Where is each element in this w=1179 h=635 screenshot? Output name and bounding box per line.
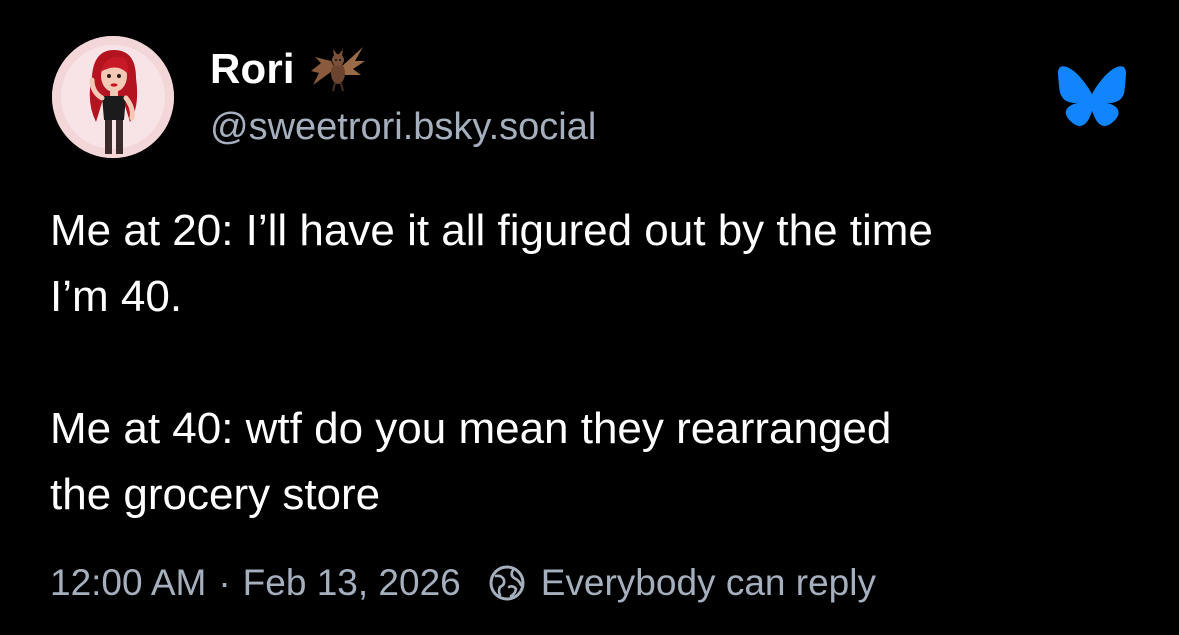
avatar-illustration	[52, 36, 174, 158]
bat-icon	[309, 43, 367, 95]
author-block: Rori @sweetrori.bsky.social	[210, 40, 596, 149]
name-row: Rori	[210, 40, 596, 98]
post-text-line: I’m 40.	[50, 272, 183, 321]
post-meta: 12:00 AM · Feb 13, 2026 Everybody can re…	[50, 562, 876, 604]
post-text-line: the grocery store	[50, 470, 381, 519]
meta-separator: ·	[218, 562, 231, 603]
post-text: Me at 20: I’ll have it all figured out b…	[50, 198, 1150, 528]
author-handle[interactable]: @sweetrori.bsky.social	[210, 106, 596, 149]
display-name[interactable]: Rori	[210, 45, 295, 93]
globe-icon	[487, 563, 527, 603]
post-text-line: Me at 40: wtf do you mean they rearrange…	[50, 404, 892, 453]
bluesky-butterfly-icon[interactable]	[1058, 66, 1126, 128]
avatar[interactable]	[52, 36, 174, 158]
post-date[interactable]: Feb 13, 2026	[243, 562, 461, 604]
post-text-line: Me at 20: I’ll have it all figured out b…	[50, 206, 933, 255]
post-time[interactable]: 12:00 AM	[50, 562, 206, 604]
reply-setting[interactable]: Everybody can reply	[541, 562, 876, 604]
post-card: Rori @sweetrori.bsky.social Me at 20: I’…	[0, 0, 1179, 635]
